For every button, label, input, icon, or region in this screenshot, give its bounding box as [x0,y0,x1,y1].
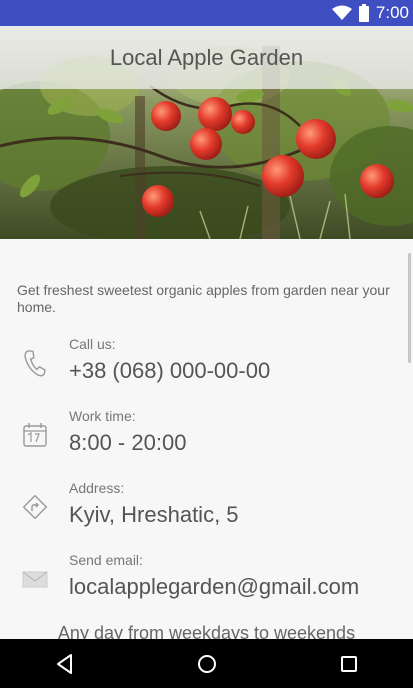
recents-icon[interactable] [336,651,362,677]
navigation-bar [0,639,413,688]
wifi-icon [331,5,352,20]
address-value[interactable]: Kyiv, Hreshatic, 5 [69,502,239,528]
work-hours: 8:00 - 20:00 [69,430,187,455]
status-icons: 7:00 [331,0,409,26]
phone-number[interactable]: +38 (068) 000-00-00 [69,358,270,384]
back-icon[interactable] [52,651,78,677]
directions-icon [22,494,48,520]
phone-icon [24,350,46,377]
app-title: Local Apple Garden [109,44,304,70]
info-label: Call us: [69,336,116,352]
info-row-address[interactable]: Address: Kyiv, Hreshatic, 5 [0,480,413,540]
info-label: Address: [69,480,125,496]
info-row-phone[interactable]: Call us: +38 (068) 000-00-00 [0,336,413,396]
status-bar: 7:00 [0,0,413,26]
calendar-icon [23,423,47,447]
info-row-work-time: Work time: 8:00 - 20:00 [0,408,413,468]
battery-icon [358,4,369,22]
info-label: Send email: [69,552,143,568]
info-row-email[interactable]: Send email: localapplegarden@gmail.com [0,552,413,612]
email-address[interactable]: localapplegarden@gmail.com [69,574,359,600]
status-time: 7:00 [375,3,409,22]
info-label: Work time: [69,408,136,424]
app-bar: Local Apple Garden [0,26,413,89]
content-panel[interactable]: Get freshest sweetest organic apples fro… [0,239,413,639]
home-icon[interactable] [194,651,220,677]
scrollbar[interactable] [408,253,411,363]
email-icon [22,571,48,588]
schedule-note: Any day from weekdays to weekends [57,623,356,639]
tagline: Get freshest sweetest organic apples fro… [17,282,390,315]
